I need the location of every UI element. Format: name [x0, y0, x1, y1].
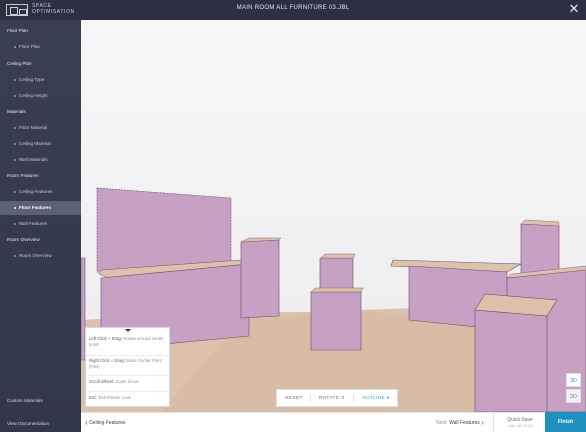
next-step-label: Wall Features — [449, 419, 480, 426]
sidebar-item-label: Materials — [7, 109, 26, 114]
prev-step-label: Ceiling Features — [89, 419, 126, 426]
outline-icon: ● — [386, 395, 390, 400]
box-front-right — [474, 309, 548, 412]
bullet-icon — [14, 126, 16, 129]
last-saved-text: Last: 4th 12:04 — [507, 424, 533, 428]
sidebar-item-label: Wall Materials — [19, 157, 48, 162]
divider — [353, 394, 354, 402]
divider — [310, 394, 311, 402]
quick-save-button[interactable]: Quick Save Last: 4th 12:04 — [493, 413, 546, 432]
outline-button[interactable]: OUTLINE ● — [355, 390, 397, 406]
sidebar: Floor Plan Floor Plan Ceiling Plan Ceili… — [0, 20, 95, 432]
reset-button[interactable]: RESET — [280, 390, 308, 406]
help-key: Right Click + Drag: — [89, 358, 125, 363]
view-documentation-link[interactable]: View Documentation — [7, 421, 49, 426]
sidebar-item-label: Room Features — [7, 173, 39, 178]
sidebar-section-room-overview[interactable]: Room Overview — [0, 233, 88, 247]
help-row-right-click: Right Click + Drag: Move Center Point (P… — [86, 358, 169, 376]
pedestal-upper — [319, 257, 354, 293]
bullet-icon — [14, 142, 16, 145]
next-step-button[interactable]: Next: Wall Features › — [436, 418, 484, 427]
sidebar-item-label: Room Overview — [7, 237, 40, 242]
next-prefix: Next: — [436, 419, 448, 426]
sidebar-section-materials[interactable]: Materials — [0, 105, 88, 119]
rotate-button[interactable]: ROTATE ↺ — [312, 390, 352, 406]
sidebar-item-label: Floor Plan — [19, 44, 40, 49]
sidebar-item-label: Ceiling Features — [19, 189, 53, 194]
bullet-icon — [14, 158, 16, 161]
prev-step-button[interactable]: ‹ Ceiling Features — [85, 418, 125, 427]
help-desc: Exit Pointer Lock — [98, 395, 131, 400]
finish-button[interactable]: Finish — [545, 412, 586, 432]
view-3d-button[interactable]: 3D — [566, 373, 581, 387]
bullet-icon — [14, 94, 16, 97]
bullet-icon — [14, 222, 16, 225]
close-icon[interactable]: ✕ — [568, 2, 580, 15]
sidebar-item-label: Ceiling Material — [19, 141, 51, 146]
help-key: Left Click + Drag: — [89, 336, 123, 341]
sidebar-item-label: Ceiling Plan — [7, 61, 32, 66]
sidebar-item-label: Floor Plan — [7, 28, 28, 33]
help-row-scroll: Scroll Wheel: Zoom in/out — [86, 379, 169, 392]
document-title: MAIN ROOM ALL FURNITURE 03.JBL — [236, 5, 350, 11]
help-key: Scroll Wheel: — [89, 379, 115, 384]
help-row-left-click: Left Click + Drag: Rotate around center … — [86, 336, 169, 356]
sidebar-item-label: Wall Features — [19, 221, 48, 226]
bullet-icon — [14, 190, 16, 193]
view-controls: RESET ROTATE ↺ OUTLINE ● — [276, 389, 398, 407]
bullet-icon — [14, 45, 16, 48]
rotate-icon: ↺ — [340, 395, 346, 400]
sidebar-item-label: Room Overview — [19, 253, 52, 258]
sidebar-section-floor-plan[interactable]: Floor Plan — [0, 24, 88, 38]
bottom-bar: ‹ Ceiling Features Next: Wall Features ›… — [81, 412, 586, 432]
help-key: Esc: — [89, 395, 98, 400]
controls-help-panel: Left Click + Drag: Rotate around center … — [85, 327, 170, 407]
sidebar-item-label: Ceiling Height — [19, 93, 48, 98]
outline-label: OUTLINE — [362, 395, 385, 400]
quick-save-label: Quick Save — [507, 417, 533, 423]
bullet-icon — [14, 206, 16, 209]
bullet-icon — [14, 78, 16, 81]
help-row-esc: Esc: Exit Pointer Lock — [86, 395, 169, 405]
pedestal-lower-top — [310, 287, 364, 293]
top-bar: SPACE OPTIMISATION MAIN ROOM ALL FURNITU… — [0, 0, 586, 20]
chevron-right-icon: › — [481, 418, 484, 427]
collapse-arrow-icon[interactable] — [125, 329, 131, 332]
sidebar-item-label: Floor Features — [19, 205, 51, 210]
pedestal-lower — [310, 291, 362, 351]
cabinet-tall — [520, 223, 560, 277]
custom-materials-link[interactable]: Custom Materials — [7, 398, 43, 403]
view-2d-button[interactable]: 2D — [566, 389, 581, 403]
sidebar-section-room-features[interactable]: Room Features — [0, 169, 88, 183]
chevron-left-icon: ‹ — [85, 418, 88, 427]
box-tall — [240, 239, 280, 319]
sidebar-section-ceiling-plan[interactable]: Ceiling Plan — [0, 57, 88, 71]
sidebar-item-label: Floor Material — [19, 125, 48, 130]
bullet-icon — [14, 254, 16, 257]
rotate-label: ROTATE — [318, 395, 340, 400]
help-desc: Zoom in/out — [115, 379, 139, 384]
pedestal-upper-top — [320, 253, 356, 259]
sidebar-item-label: Ceiling Type — [19, 77, 45, 82]
